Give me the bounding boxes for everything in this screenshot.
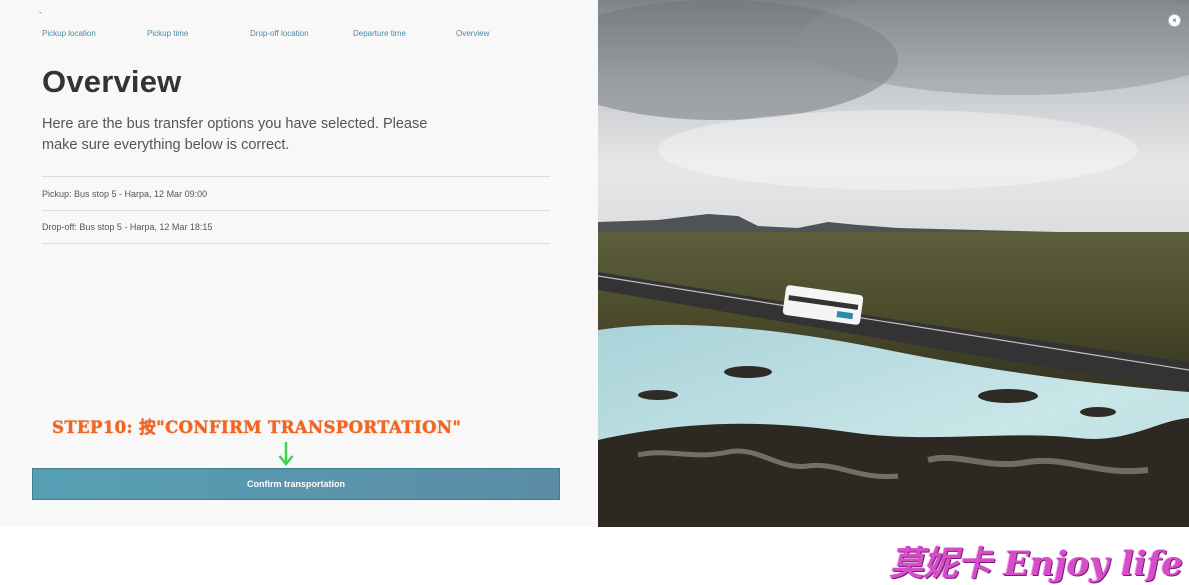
- watermark: 莫妮卡 Enjoy life: [889, 544, 1183, 584]
- page-title: Overview: [42, 64, 182, 99]
- confirm-transportation-button[interactable]: Confirm transportation: [32, 468, 560, 500]
- step-pickup-time[interactable]: Pickup time: [147, 29, 188, 38]
- intro-text: Here are the bus transfer options you ha…: [42, 116, 428, 153]
- step-annotation: STEP10: 按"CONFIRM TRANSPORTATION": [52, 418, 462, 437]
- hero-photo: [598, 0, 1189, 527]
- step-overview[interactable]: Overview: [456, 29, 489, 38]
- step-pickup-location[interactable]: Pickup location: [42, 29, 96, 38]
- pickup-row: Pickup: Bus stop 5 - Harpa, 12 Mar 09:00: [42, 176, 550, 210]
- down-arrow-icon: [278, 442, 294, 466]
- step-departure-time[interactable]: Departure time: [353, 29, 406, 38]
- step-dropoff-location[interactable]: Drop-off location: [250, 29, 309, 38]
- header-mark: -: [39, 8, 42, 17]
- landscape-photo: [598, 0, 1189, 527]
- dropoff-row: Drop-off: Bus stop 5 - Harpa, 12 Mar 18:…: [42, 210, 550, 244]
- booking-panel: - Pickup location Pickup time Drop-off l…: [0, 0, 598, 527]
- close-icon[interactable]: ×: [1168, 14, 1181, 27]
- selection-summary: Pickup: Bus stop 5 - Harpa, 12 Mar 09:00…: [42, 176, 550, 244]
